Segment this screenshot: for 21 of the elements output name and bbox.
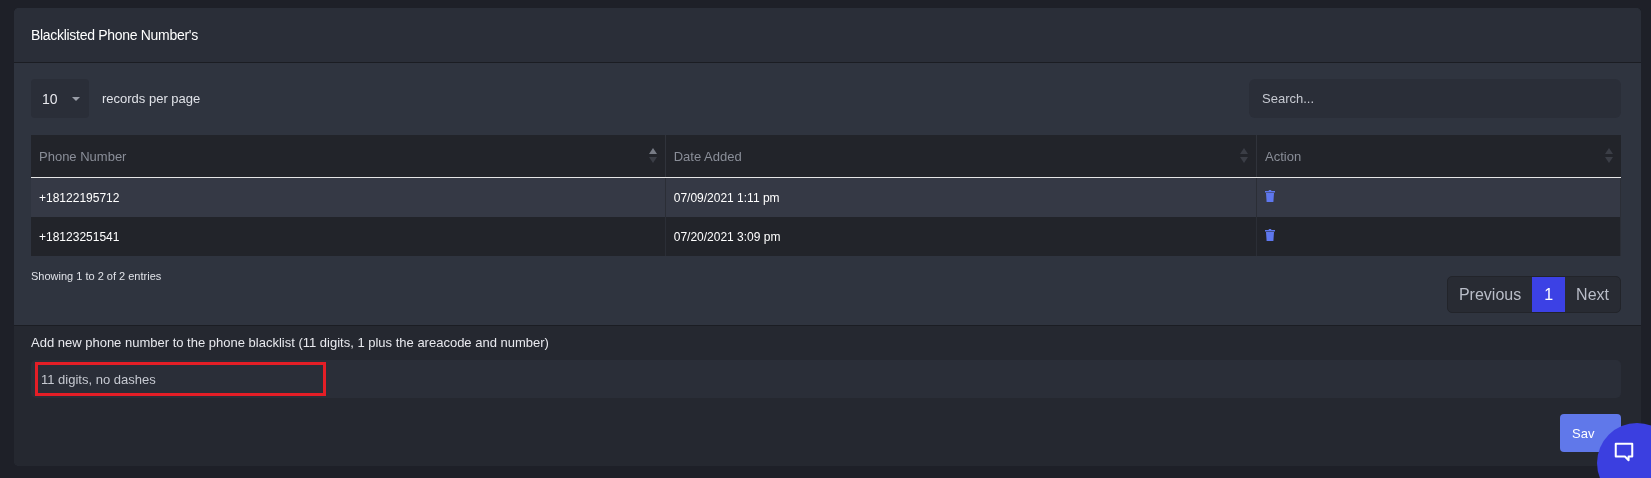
entries-info: Showing 1 to 2 of 2 entries — [31, 270, 162, 282]
field-label: Add new phone number to the phone blacklist (11 digits, 1 plus the areacode and number) — [31, 335, 550, 350]
records-per-page-label: records per page — [102, 91, 201, 106]
column-header[interactable]: Action — [1256, 135, 1621, 178]
pagination-button[interactable]: Previous — [1447, 277, 1533, 312]
trash-icon[interactable] — [1265, 190, 1275, 202]
table-cell: 07/09/2021 1:11 pm — [665, 177, 1257, 217]
card-title: Blacklisted Phone Number's — [31, 27, 198, 43]
trash-icon[interactable] — [1265, 229, 1275, 241]
column-header[interactable]: Phone Number — [31, 135, 666, 178]
table-cell: +18123251541 — [31, 217, 666, 256]
page-size-select[interactable]: 10 — [31, 79, 89, 118]
pagination-button[interactable]: 1 — [1532, 277, 1566, 312]
table-cell: 07/20/2021 3:09 pm — [665, 217, 1257, 256]
search-field[interactable]: Search... — [1249, 79, 1621, 118]
caret-icon — [71, 96, 80, 101]
table-cell: +18122195712 — [31, 177, 666, 217]
chat-icon — [1613, 441, 1635, 463]
pagination-button[interactable]: Next — [1565, 277, 1620, 312]
column-header[interactable]: Date Added — [665, 135, 1257, 178]
phone-input-field[interactable]: 11 digits, no dashes — [31, 360, 1621, 398]
